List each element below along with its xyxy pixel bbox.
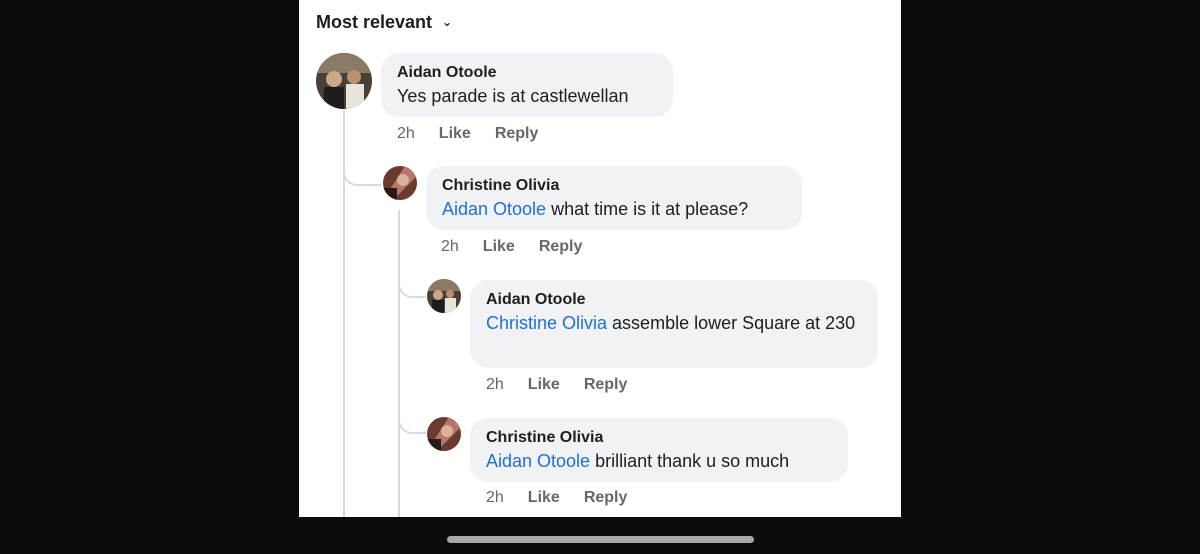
comment-time[interactable]: 2h (486, 489, 504, 507)
avatar[interactable] (427, 279, 461, 313)
comment-bubble: Christine Olivia Aidan Otoole brilliant … (470, 418, 848, 482)
comment-text: what time is it at please? (546, 199, 749, 219)
thread-connector (343, 168, 381, 186)
reply-button[interactable]: Reply (539, 238, 583, 256)
reply-button[interactable]: Reply (584, 376, 628, 394)
sort-label: Most relevant (316, 12, 433, 32)
avatar[interactable] (316, 53, 372, 109)
avatar[interactable] (383, 166, 417, 200)
comment-text: assemble lower Square at 230 (607, 313, 856, 333)
thread-connector (398, 402, 426, 434)
comment-time[interactable]: 2h (441, 238, 459, 256)
sort-dropdown[interactable]: Most relevant ⌄ (316, 12, 452, 33)
avatar[interactable] (427, 417, 461, 451)
comment-bubble: Christine Olivia Aidan Otoole what time … (426, 166, 802, 230)
home-indicator[interactable] (447, 536, 754, 543)
mention-link[interactable]: Aidan Otoole (486, 451, 590, 471)
comment-text: brilliant thank u so much (590, 451, 790, 471)
comment-author[interactable]: Aidan Otoole (397, 62, 657, 84)
like-button[interactable]: Like (528, 489, 560, 507)
comment-bubble: Aidan Otoole Christine Olivia assemble l… (470, 280, 878, 368)
reply-button[interactable]: Reply (584, 489, 628, 507)
chevron-down-icon: ⌄ (442, 14, 453, 29)
like-button[interactable]: Like (439, 125, 471, 143)
comment-time[interactable]: 2h (397, 125, 415, 143)
comment-actions: 2h Like Reply (441, 238, 606, 256)
comment-author[interactable]: Christine Olivia (486, 427, 832, 449)
comment-actions: 2h Like Reply (397, 125, 562, 143)
comment-bubble: Aidan Otoole Yes parade is at castlewell… (381, 53, 673, 117)
comment-text: Yes parade is at castlewellan (397, 86, 629, 106)
thread-line (398, 210, 400, 517)
like-button[interactable]: Like (483, 238, 515, 256)
comments-panel: Most relevant ⌄ Aidan Otoole Yes parade … (299, 0, 901, 517)
comment-actions: 2h Like Reply (486, 376, 651, 394)
comment-time[interactable]: 2h (486, 376, 504, 394)
comment-actions: 2h Like Reply (486, 489, 651, 507)
mention-link[interactable]: Aidan Otoole (442, 199, 546, 219)
comment-author[interactable]: Christine Olivia (442, 175, 786, 197)
mention-link[interactable]: Christine Olivia (486, 313, 607, 333)
like-button[interactable]: Like (528, 376, 560, 394)
thread-connector (398, 270, 426, 298)
reply-button[interactable]: Reply (495, 125, 539, 143)
comment-author[interactable]: Aidan Otoole (486, 289, 862, 311)
